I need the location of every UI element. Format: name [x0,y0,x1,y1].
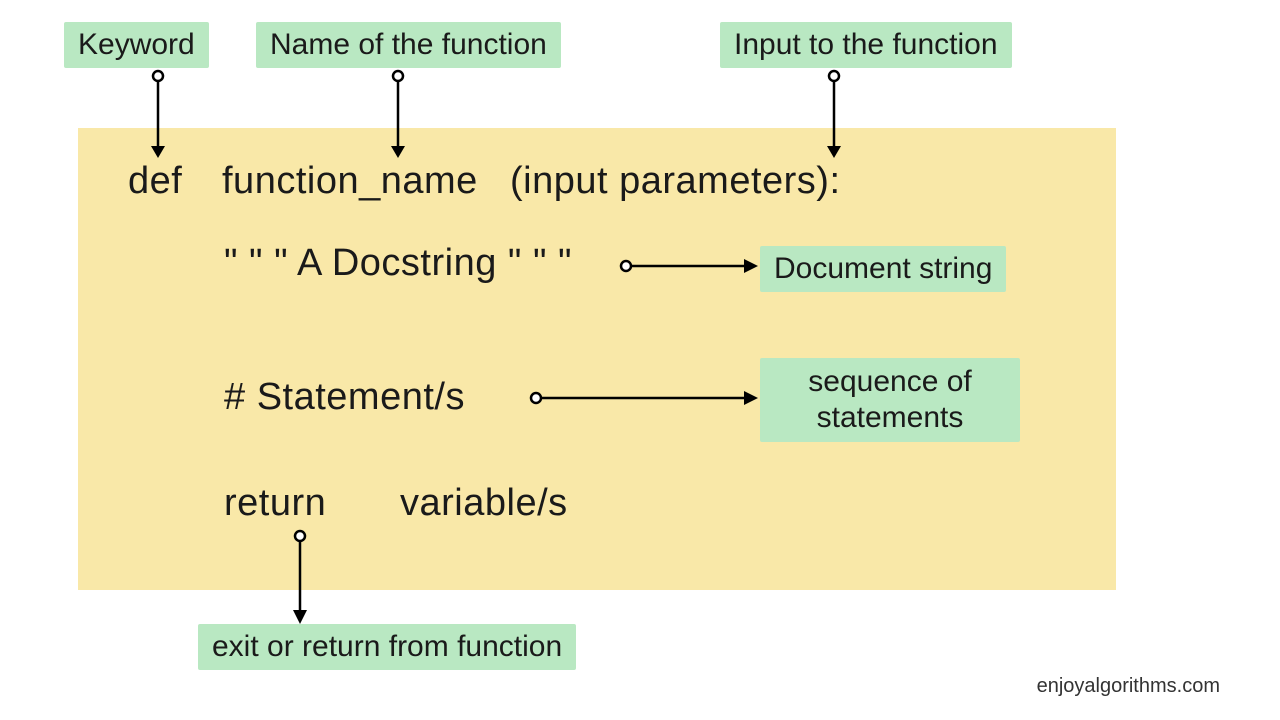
code-function-name: function_name [222,160,478,203]
label-input-to-function: Input to the function [720,22,1012,68]
code-docstring: " " " A Docstring " " " [224,242,572,285]
label-sequence-line2: statements [817,401,964,434]
attribution-text: enjoyalgorithms.com [1037,675,1220,698]
label-keyword: Keyword [64,22,209,68]
label-name-of-function: Name of the function [256,22,561,68]
code-statements: # Statement/s [224,376,465,419]
code-return-keyword: return [224,482,326,525]
code-return-variable: variable/s [400,482,568,525]
label-document-string: Document string [760,246,1006,292]
label-exit-return: exit or return from function [198,624,576,670]
label-sequence-line1: sequence of [808,365,971,398]
label-sequence-of-statements: sequence of statements [760,358,1020,442]
code-def-keyword: def [128,160,182,203]
code-input-parameters: (input parameters): [510,160,841,203]
